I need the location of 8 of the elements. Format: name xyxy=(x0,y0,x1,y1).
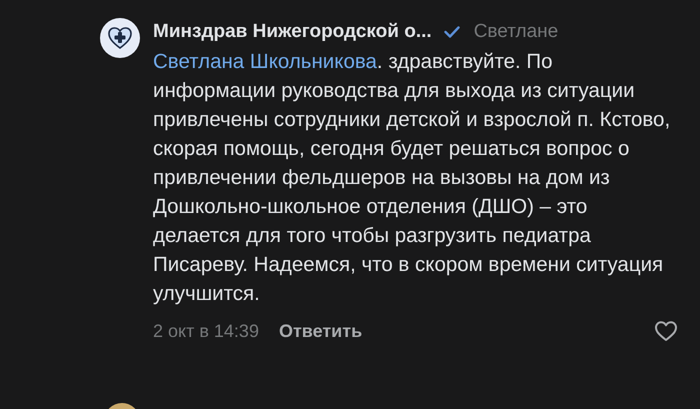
reply-to-label: Светлане xyxy=(474,20,558,44)
mention-link[interactable]: Светлана Школьникова xyxy=(153,50,377,73)
author-name[interactable]: Минздрав Нижегородской о... xyxy=(153,18,432,46)
like-icon[interactable] xyxy=(654,320,678,342)
reply-button[interactable]: Ответить xyxy=(278,318,362,344)
avatar-icon[interactable] xyxy=(100,18,140,58)
comment-date: 2 окт в 14:39 xyxy=(153,320,259,342)
comment-text: Светлана Школьникова. здравствуйте. По информации руководства для выхода из ситуации привлечены сотрудники детской и взрослой п. Кстово, скорая помощь, сегодня будет решаться вопрос о привлечении фельдшеров на вызовы на дом из Дошкольно-школьное отделения (ДШО) – это делается для того чтобы разгрузить педиатра Писареву. Надеемся, что в скором времени ситуация улучшится. xyxy=(153,49,672,307)
